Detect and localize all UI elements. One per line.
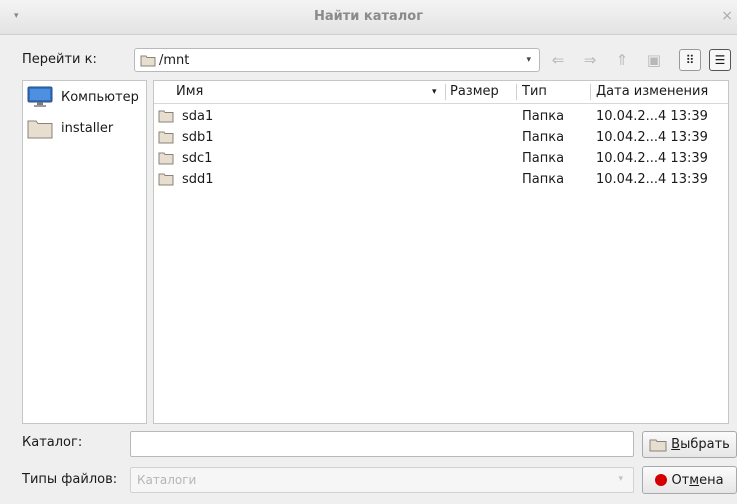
folder-icon — [140, 55, 156, 67]
folder-icon — [158, 152, 174, 165]
catalog-label: Каталог: — [22, 435, 83, 450]
new-folder-icon: ▣ — [646, 51, 662, 69]
file-date: 10.04.2...4 13:39 — [596, 151, 708, 166]
title-bar: ▾ Найти каталог × — [0, 0, 737, 35]
file-list[interactable]: Имя ▾ Размер Тип Дата изменения sda1 Пап… — [153, 80, 729, 424]
place-computer[interactable]: Компьютер — [27, 84, 139, 110]
monitor-icon — [27, 86, 53, 107]
file-type: Папка — [522, 130, 565, 145]
file-row[interactable]: sdb1 Папка 10.04.2...4 13:39 — [154, 128, 728, 149]
list-view-button[interactable]: ☰ — [709, 49, 731, 71]
column-name-header[interactable]: Имя — [176, 84, 203, 99]
place-installer[interactable]: installer — [27, 115, 113, 141]
file-name: sdb1 — [182, 130, 214, 145]
file-row[interactable]: sdc1 Папка 10.04.2...4 13:39 — [154, 149, 728, 170]
up-arrow-icon: ⇑ — [615, 51, 629, 69]
file-name: sdd1 — [182, 172, 214, 187]
file-type: Папка — [522, 151, 565, 166]
cancel-icon — [655, 474, 668, 486]
file-date: 10.04.2...4 13:39 — [596, 130, 708, 145]
file-row[interactable]: sdd1 Папка 10.04.2...4 13:39 — [154, 170, 728, 191]
place-label: Компьютер — [61, 89, 139, 105]
file-date: 10.04.2...4 13:39 — [596, 109, 708, 124]
sort-desc-icon: ▾ — [432, 87, 437, 97]
filetypes-value: Каталоги — [137, 473, 197, 487]
choose-label: Выбрать — [671, 437, 730, 452]
column-size-header[interactable]: Размер — [450, 84, 499, 99]
path-combobox[interactable]: /mnt ▾ — [134, 48, 540, 72]
place-label: installer — [61, 120, 114, 136]
cancel-label: Отмена — [671, 472, 724, 488]
forward-arrow-icon: ⇒ — [583, 51, 597, 69]
new-folder-button[interactable]: ▣ — [642, 48, 666, 72]
parent-folder-button[interactable]: ⇑ — [610, 48, 634, 72]
choose-button[interactable]: Выбрать — [642, 431, 737, 458]
chevron-down-icon[interactable]: ▾ — [526, 55, 531, 65]
filetypes-label: Типы файлов: — [22, 472, 118, 487]
back-arrow-icon: ⇐ — [551, 51, 565, 69]
window-title: Найти каталог — [313, 9, 424, 24]
list-view-icon: ☰ — [714, 53, 726, 67]
goto-label: Перейти к: — [22, 52, 97, 67]
file-name: sdc1 — [182, 151, 213, 166]
column-date-header[interactable]: Дата изменения — [596, 84, 708, 99]
path-text: /mnt — [159, 53, 190, 68]
folder-icon — [649, 439, 667, 452]
forward-button[interactable]: ⇒ — [578, 48, 602, 72]
catalog-input[interactable] — [130, 431, 634, 457]
chevron-down-icon: ▾ — [618, 474, 623, 484]
column-type-header[interactable]: Тип — [522, 84, 547, 99]
folder-icon — [158, 131, 174, 144]
close-icon[interactable]: × — [721, 8, 733, 24]
icon-view-button[interactable]: ⠿ — [679, 49, 701, 71]
file-name: sda1 — [182, 109, 214, 124]
folder-icon — [158, 173, 174, 186]
folder-icon — [27, 120, 53, 139]
file-date: 10.04.2...4 13:39 — [596, 172, 708, 187]
file-type: Папка — [522, 172, 565, 187]
places-panel: Компьютер installer — [22, 80, 147, 424]
filetypes-combobox[interactable]: Каталоги ▾ — [130, 467, 634, 493]
file-type: Папка — [522, 109, 565, 124]
folder-icon — [158, 110, 174, 123]
file-row[interactable]: sda1 Папка 10.04.2...4 13:39 — [154, 107, 728, 128]
file-list-header: Имя ▾ Размер Тип Дата изменения — [154, 81, 728, 104]
cancel-button[interactable]: Отмена — [642, 466, 737, 494]
grid-view-icon: ⠿ — [685, 53, 695, 67]
back-button[interactable]: ⇐ — [546, 48, 570, 72]
